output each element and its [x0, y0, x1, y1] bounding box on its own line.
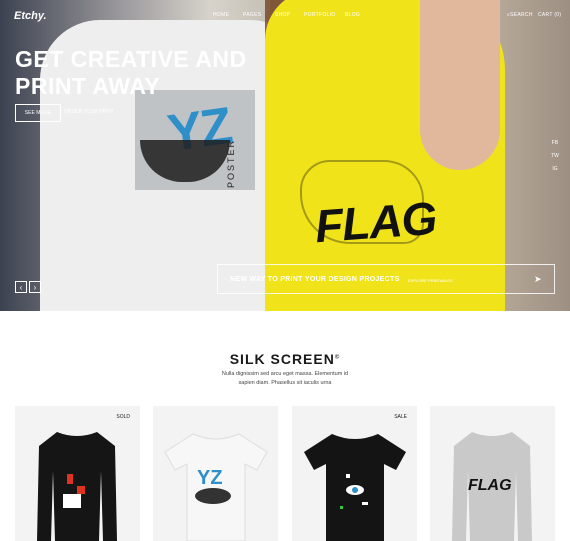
hero-title: GET CREATIVE AND PRINT AWAY	[15, 46, 275, 100]
section-title-mark: ©	[334, 354, 341, 361]
see-more-button[interactable]: SEE MORE	[15, 104, 61, 122]
black-sweater-image	[37, 432, 117, 541]
svg-text:YZ: YZ	[197, 467, 223, 489]
grey-sweater-image: FLAG	[452, 432, 532, 541]
paper-plane-icon[interactable]: ➤	[534, 273, 544, 285]
nav-blog[interactable]: BLOG	[345, 12, 360, 18]
order-print-link[interactable]: ORDER YOUR PRINT	[64, 109, 114, 115]
hero-title-line2: PRINT AWAY	[15, 73, 161, 99]
product-card[interactable]: YZ	[153, 406, 278, 541]
slider-next-button[interactable]: ›	[29, 281, 41, 293]
chevron-left-icon: ‹	[19, 282, 23, 292]
svg-text:FLAG: FLAG	[468, 477, 512, 494]
product-badge: SOLD	[116, 414, 130, 420]
promo-banner[interactable]: NEW WAY TO PRINT YOUR DESIGN PROJECTS EX…	[217, 264, 555, 294]
promo-sub[interactable]: EXPLORE PRINTABLES	[408, 278, 453, 283]
white-tshirt-image: YZ	[164, 433, 268, 541]
cart-link[interactable]: CART (0)	[538, 12, 561, 18]
social-links: FB TW IG	[551, 140, 559, 179]
product-card[interactable]: SOLD	[15, 406, 140, 541]
promo-title: NEW WAY TO PRINT YOUR DESIGN PROJECTS	[230, 276, 400, 283]
slider-prev-button[interactable]: ‹	[15, 281, 27, 293]
nav-portfolio[interactable]: PORTFOLIO	[304, 12, 336, 18]
hero-banner: YZ POSTER FLAG Etchy. HOME PAGES SHOP PO…	[0, 0, 570, 311]
section-title-text: SILK SCREEN	[229, 351, 335, 367]
nav-shop[interactable]: SHOP	[275, 12, 290, 18]
social-tw[interactable]: TW	[551, 153, 559, 159]
search-link[interactable]: ⌕SEARCH	[507, 12, 533, 18]
flag-print-text: FLAG	[313, 191, 438, 253]
chevron-right-icon: ›	[33, 282, 37, 292]
section-title: SILK SCREEN©	[0, 351, 570, 367]
arm-photo	[420, 0, 500, 170]
social-ig[interactable]: IG	[551, 166, 559, 172]
nav-pages[interactable]: PAGES	[243, 12, 261, 18]
search-label: SEARCH	[510, 12, 533, 18]
social-fb[interactable]: FB	[551, 140, 559, 146]
main-nav: HOME PAGES SHOP PORTFOLIO BLOG ⌕SEARCH C…	[0, 12, 570, 24]
hero-title-line1: GET CREATIVE AND	[15, 46, 247, 72]
product-card[interactable]: FLAG	[430, 406, 555, 541]
product-badge: SALE	[394, 414, 407, 420]
nav-home[interactable]: HOME	[213, 12, 229, 18]
poster-print-text: POSTER	[226, 138, 236, 188]
section-description: Nulla dignissim sed arcu eget massa. Ele…	[221, 371, 349, 386]
product-card[interactable]: SALE	[292, 406, 417, 541]
black-tshirt-image	[304, 434, 406, 541]
